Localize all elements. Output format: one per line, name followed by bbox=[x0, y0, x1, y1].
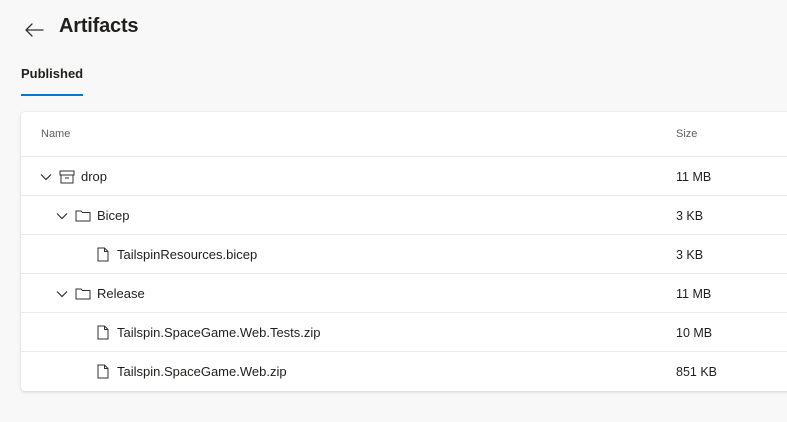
row-name: Tailspin.SpaceGame.Web.Tests.zip bbox=[117, 325, 321, 340]
table-row[interactable]: TailspinResources.bicep 3 KB bbox=[21, 235, 787, 274]
table-row[interactable]: Release 11 MB bbox=[21, 274, 787, 313]
table-row[interactable]: drop 11 MB bbox=[21, 157, 787, 196]
table-header: Name Size bbox=[21, 112, 787, 157]
column-header-size[interactable]: Size bbox=[676, 128, 697, 140]
file-icon bbox=[95, 247, 111, 263]
file-icon bbox=[95, 364, 111, 380]
row-size: 11 MB bbox=[676, 286, 712, 301]
back-button[interactable] bbox=[22, 18, 46, 42]
page-header: Artifacts bbox=[0, 0, 787, 60]
folder-icon bbox=[75, 286, 91, 302]
row-name: Release bbox=[97, 286, 145, 301]
row-size: 10 MB bbox=[676, 325, 713, 340]
row-name: Tailspin.SpaceGame.Web.zip bbox=[117, 364, 287, 379]
page-title: Artifacts bbox=[59, 15, 139, 37]
chevron-down-icon[interactable] bbox=[39, 170, 53, 184]
row-name: Bicep bbox=[97, 208, 130, 223]
row-name: TailspinResources.bicep bbox=[117, 247, 258, 262]
tab-bar: Published bbox=[21, 62, 83, 96]
row-size: 3 KB bbox=[676, 208, 704, 223]
folder-icon bbox=[75, 208, 91, 224]
file-icon bbox=[95, 325, 111, 341]
tab-published[interactable]: Published bbox=[21, 62, 83, 96]
row-size: 851 KB bbox=[676, 364, 718, 379]
chevron-down-icon[interactable] bbox=[55, 209, 69, 223]
row-size: 11 MB bbox=[676, 169, 712, 184]
row-size: 3 KB bbox=[676, 247, 704, 262]
table-row[interactable]: Tailspin.SpaceGame.Web.Tests.zip 10 MB bbox=[21, 313, 787, 352]
chevron-down-icon[interactable] bbox=[55, 287, 69, 301]
arrow-left-icon bbox=[25, 23, 44, 37]
artifacts-table: Name Size drop 11 MB Bicep 3 KB Tailspin… bbox=[21, 112, 787, 391]
artifact-package-icon bbox=[59, 169, 75, 185]
table-row[interactable]: Tailspin.SpaceGame.Web.zip 851 KB bbox=[21, 352, 787, 391]
row-name: drop bbox=[81, 169, 108, 184]
table-row[interactable]: Bicep 3 KB bbox=[21, 196, 787, 235]
column-header-name[interactable]: Name bbox=[41, 128, 70, 140]
